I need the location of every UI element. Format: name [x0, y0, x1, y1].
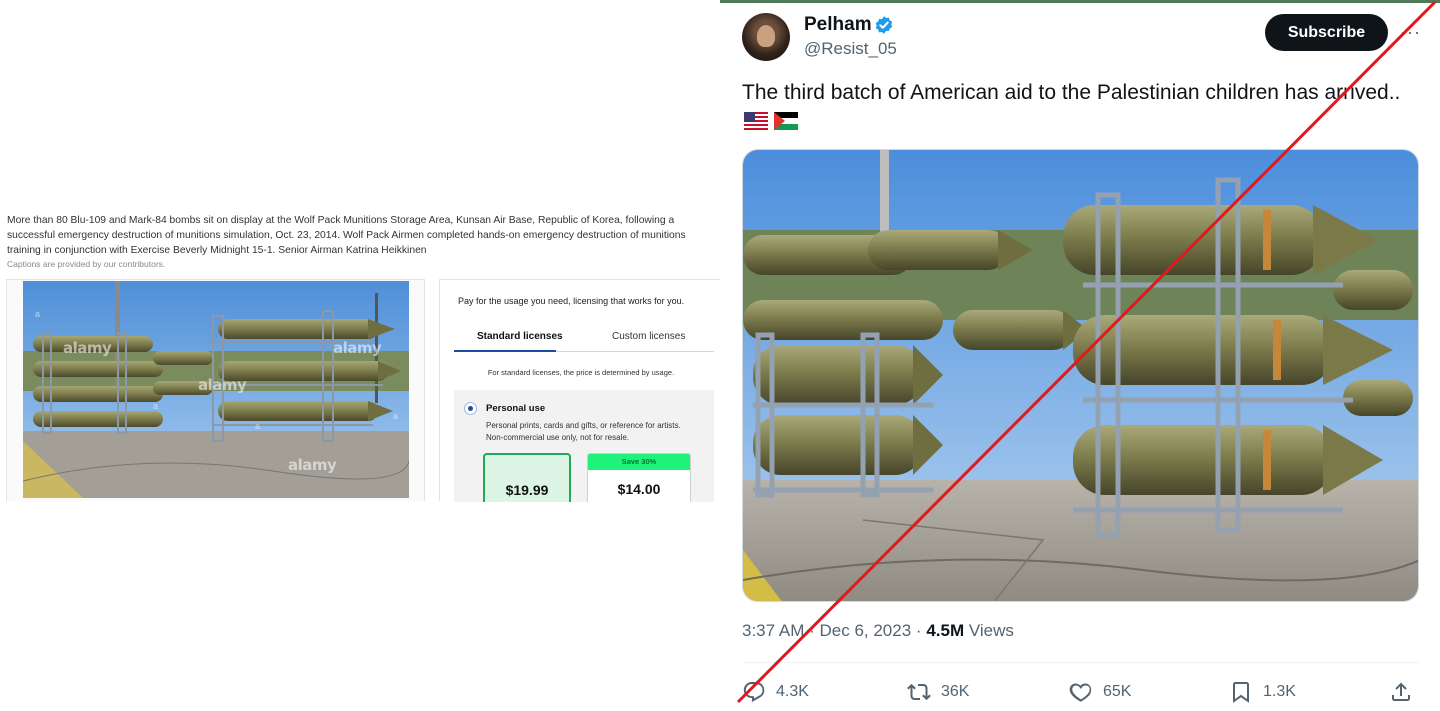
personal-use-radio[interactable] — [464, 402, 477, 415]
verified-badge-icon — [875, 16, 893, 34]
license-panel: Pay for the usage you need, licensing th… — [439, 279, 721, 502]
price-option-single[interactable]: $19.99 — [483, 453, 571, 502]
more-options-icon[interactable]: ··· — [1400, 22, 1421, 43]
flag-emojis — [744, 112, 800, 132]
tab-standard-licenses[interactable]: Standard licenses — [477, 331, 563, 342]
share-icon — [1392, 682, 1410, 701]
repost-count: 36K — [941, 683, 970, 700]
meta-separator: · — [915, 621, 927, 640]
option-title: Personal use — [486, 403, 546, 414]
subscribe-button[interactable]: Subscribe — [1265, 14, 1388, 51]
photo-caption: More than 80 Blu-109 and Mark-84 bombs s… — [7, 215, 686, 256]
munitions-photo-thumbnail[interactable]: alamy alamy alamy alamy a a a a — [23, 281, 409, 498]
license-tabs: Standard licenses Custom licenses — [454, 324, 714, 352]
avatar[interactable] — [742, 13, 790, 61]
display-name[interactable]: Pelham — [804, 14, 872, 36]
alamy-watermark: alamy — [63, 339, 112, 357]
tab-custom-licenses[interactable]: Custom licenses — [612, 331, 685, 342]
views-count: 4.5M — [926, 621, 965, 640]
meta-separator: · — [809, 621, 820, 640]
tweet-panel: Pelham @Resist_05 Subscribe ··· The thir… — [720, 0, 1440, 711]
reply-count: 4.3K — [776, 683, 809, 700]
option-description: Personal prints, cards and gifts, or ref… — [486, 421, 681, 442]
active-tab-indicator — [454, 350, 556, 352]
tweet-time[interactable]: 3:37 AM — [742, 621, 804, 640]
palestine-flag-icon — [774, 112, 799, 130]
license-intro: Pay for the usage you need, licensing th… — [458, 296, 685, 306]
alamy-watermark: alamy — [288, 456, 337, 474]
tweet-meta: 3:37 AM · Dec 6, 2023 · 4.5M Views — [742, 621, 1014, 641]
caption-disclaimer: Captions are provided by our contributor… — [7, 259, 166, 269]
stock-photo-listing: More than 80 Blu-109 and Mark-84 bombs s… — [0, 0, 721, 711]
actions-divider — [742, 662, 1419, 663]
reply-icon — [743, 682, 765, 702]
us-flag-icon — [744, 112, 768, 130]
price-single: $19.99 — [505, 482, 549, 498]
price-option-discount[interactable]: Save 30% $14.00 — [587, 453, 691, 502]
like-count: 65K — [1103, 683, 1132, 700]
views-label: Views — [968, 621, 1014, 640]
price-note: For standard licenses, the price is dete… — [487, 368, 675, 377]
price-discount: $14.00 — [617, 481, 661, 497]
alamy-watermark-small: a — [255, 421, 261, 431]
alamy-watermark-small: a — [35, 309, 41, 319]
tweet-date[interactable]: Dec 6, 2023 — [820, 621, 912, 640]
alamy-watermark: alamy — [198, 376, 247, 394]
tweet-text: The third batch of American aid to the P… — [742, 81, 1401, 104]
save-badge: Save 30% — [588, 454, 690, 470]
top-divider — [720, 0, 1440, 3]
tweet-photo[interactable] — [742, 149, 1419, 602]
heart-icon — [1069, 683, 1092, 702]
bookmark-icon — [1233, 682, 1249, 703]
alamy-watermark-small: a — [393, 411, 399, 421]
alamy-watermark: alamy — [333, 339, 382, 357]
bookmark-count: 1.3K — [1263, 683, 1296, 700]
repost-icon — [907, 683, 931, 701]
alamy-watermark-small: a — [153, 401, 159, 411]
personal-use-option[interactable]: Personal use Personal prints, cards and … — [454, 390, 714, 502]
user-handle[interactable]: @Resist_05 — [804, 39, 897, 59]
photo-card: alamy alamy alamy alamy a a a a — [6, 279, 425, 501]
